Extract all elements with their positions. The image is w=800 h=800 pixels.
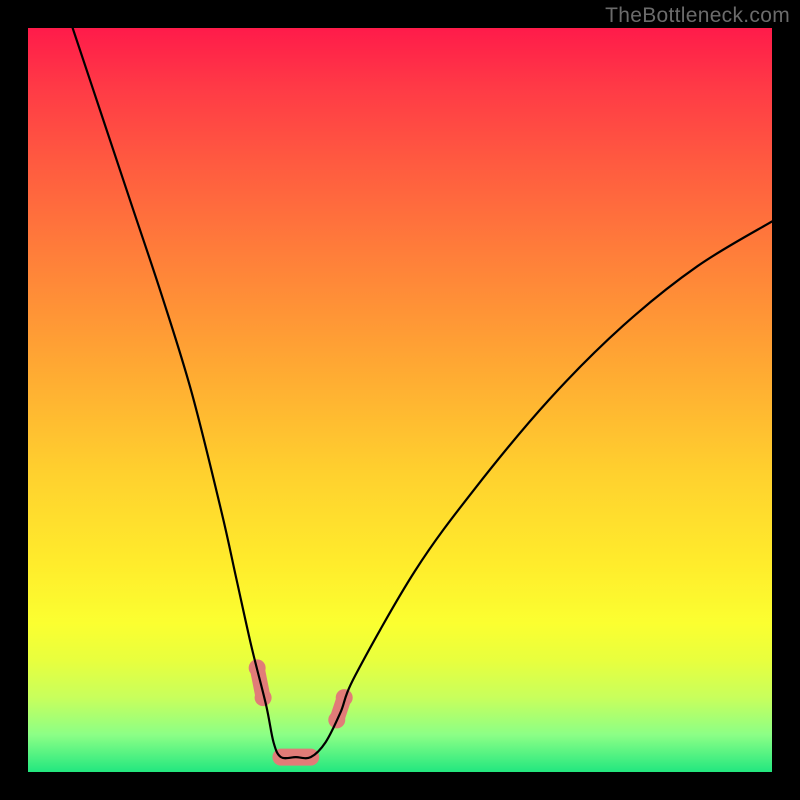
- marker-layer: [249, 659, 353, 757]
- plot-area: [28, 28, 772, 772]
- bottleneck-curve: [73, 28, 772, 758]
- watermark-text: TheBottleneck.com: [605, 4, 790, 28]
- outer-frame: TheBottleneck.com: [0, 0, 800, 800]
- chart-svg: [28, 28, 772, 772]
